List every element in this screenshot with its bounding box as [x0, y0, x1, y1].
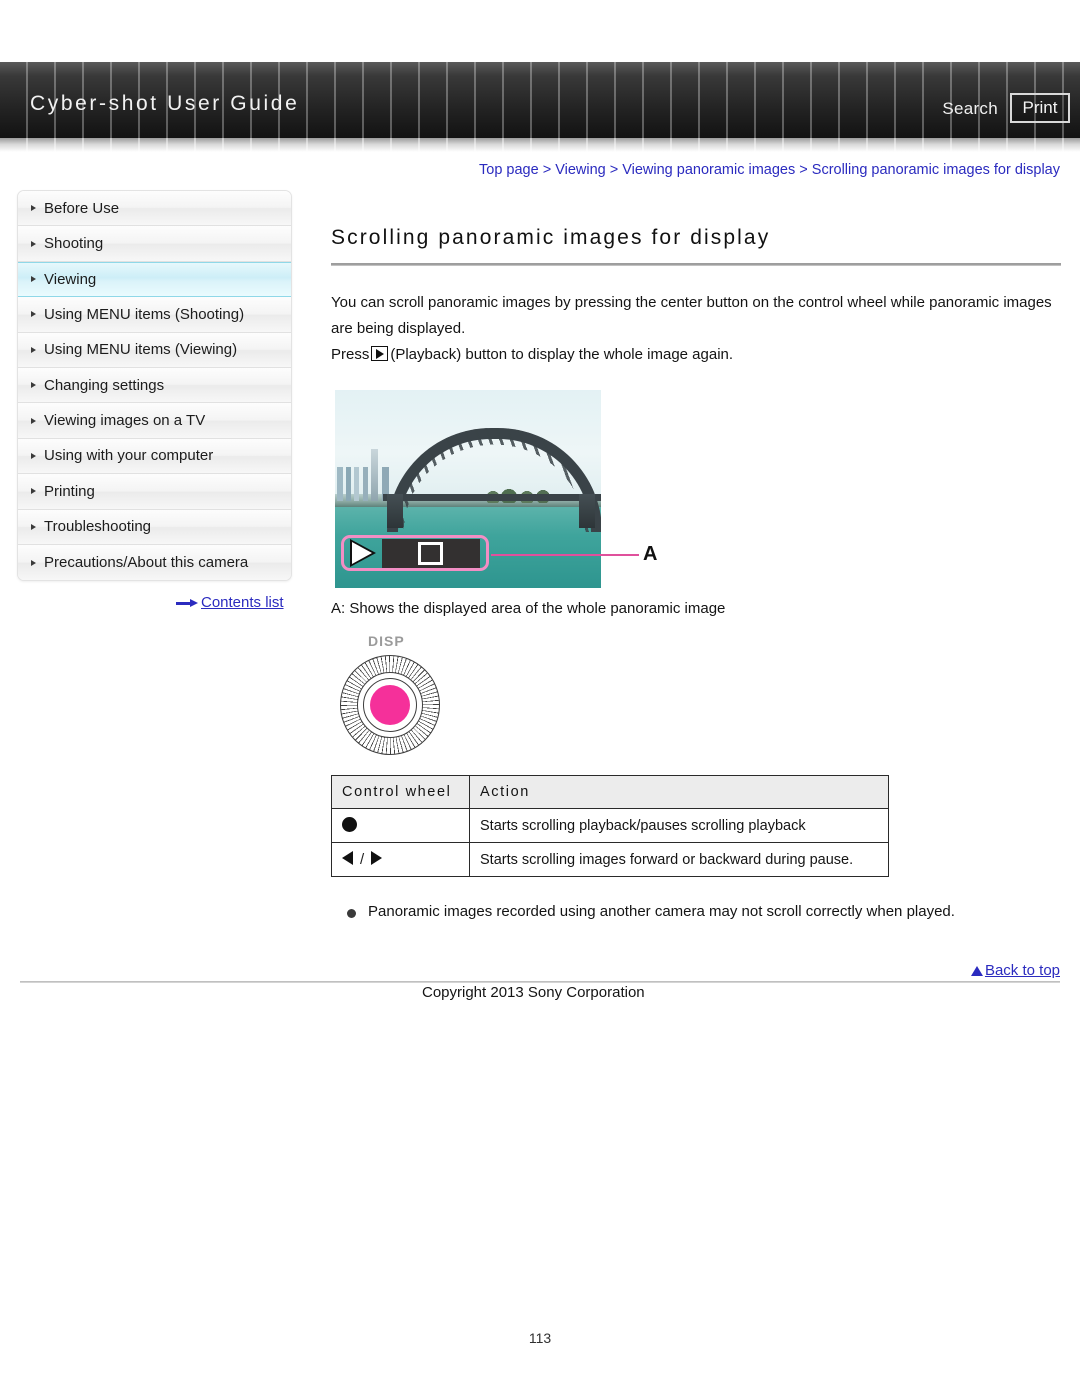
triangle-up-icon: [970, 966, 983, 976]
header-band-fade: [0, 138, 1080, 152]
playback-icon: [371, 346, 389, 361]
sidebar-item-viewing-images-on-tv[interactable]: Viewing images on a TV: [18, 403, 291, 439]
table-row: Starts scrolling playback/pauses scrolli…: [331, 808, 889, 843]
note-row: Panoramic images recorded using another …: [331, 903, 1061, 920]
sidebar-item-label: Troubleshooting: [44, 518, 152, 536]
sidebar-item-viewing[interactable]: Viewing: [18, 261, 291, 298]
control-wheel-diagram: DISP: [331, 633, 1061, 763]
panorama-photo: [335, 390, 601, 588]
playback-paragraph: Press (Playback) button to display the wh…: [331, 342, 1061, 368]
chevron-right-icon: [31, 559, 36, 566]
chevron-right-icon: [31, 523, 36, 530]
sidebar-item-label: Using with your computer: [44, 447, 214, 465]
sidebar-item-label: Using MENU items (Shooting): [44, 305, 245, 323]
footer-divider: [20, 981, 1060, 983]
panorama-extent-bar: [382, 538, 480, 568]
center-button-icon: [342, 817, 357, 832]
chevron-right-icon: [31, 346, 36, 353]
sidebar-item-using-with-computer[interactable]: Using with your computer: [18, 438, 291, 475]
sidebar-nav: Before Use Shooting Viewing Using MENU i…: [17, 190, 292, 582]
sidebar-item-label: Printing: [44, 482, 95, 500]
table-row: / Starts scrolling images forward or bac…: [331, 842, 889, 877]
play-triangle-icon: [350, 539, 377, 567]
sidebar-item-label: Changing settings: [44, 376, 165, 394]
control-wheel-ring: [340, 655, 440, 755]
chevron-right-icon: [31, 488, 36, 495]
panorama-figure: A: [331, 390, 1061, 588]
sidebar-item-shooting[interactable]: Shooting: [18, 226, 291, 262]
playback-paragraph-after: (Playback) button to display the whole i…: [390, 346, 734, 363]
control-wheel-center-button: [370, 685, 410, 725]
sidebar-item-before-use[interactable]: Before Use: [18, 191, 291, 227]
bullet-icon: [347, 909, 356, 918]
playback-paragraph-before: Press: [331, 346, 370, 363]
chevron-right-icon: [31, 311, 36, 318]
main-content: Scrolling panoramic images for display Y…: [331, 190, 1061, 920]
figure-caption: A: Shows the displayed area of the whole…: [331, 600, 726, 617]
contents-list-label: Contents list: [201, 594, 284, 611]
sidebar-item-using-menu-viewing[interactable]: Using MENU items (Viewing): [18, 332, 291, 368]
scroll-position-indicator: [341, 535, 489, 571]
callout-leader-line: [491, 554, 639, 556]
intro-paragraph: You can scroll panoramic images by press…: [331, 294, 1052, 337]
sidebar-item-troubleshooting[interactable]: Troubleshooting: [18, 509, 291, 545]
table-header-action: Action: [469, 775, 889, 809]
sidebar-item-label: Before Use: [44, 199, 120, 217]
sidebar-item-label: Viewing images on a TV: [44, 412, 206, 430]
photo-city-skyline: [337, 466, 389, 501]
displayed-area-window: [418, 541, 443, 565]
table-cell-action: Starts scrolling playback/pauses scrolli…: [469, 808, 889, 843]
sidebar-item-label: Viewing: [44, 270, 97, 288]
arrow-right-icon: [176, 598, 198, 608]
photo-bridge-pier-left: [387, 494, 403, 528]
back-to-top-label: Back to top: [984, 962, 1060, 979]
search-button[interactable]: Search: [942, 99, 998, 119]
sidebar-item-printing[interactable]: Printing: [18, 474, 291, 510]
sidebar-item-changing-settings[interactable]: Changing settings: [18, 367, 291, 404]
photo-tower: [371, 448, 378, 501]
control-wheel-table: Control wheel Action Starts scrolling pl…: [331, 775, 889, 877]
sidebar-item-label: Using MENU items (Viewing): [44, 341, 238, 359]
back-to-top-link[interactable]: Back to top: [0, 962, 1060, 979]
chevron-right-icon: [31, 276, 36, 283]
left-arrow-icon: [342, 851, 353, 865]
note-text: Panoramic images recorded using another …: [368, 903, 955, 920]
page-number: 113: [528, 1330, 552, 1346]
slash-separator: /: [360, 851, 365, 868]
breadcrumb[interactable]: Top page > Viewing > Viewing panoramic i…: [479, 162, 1060, 178]
table-header-row: Control wheel Action: [331, 775, 889, 809]
table-cell-symbol: [331, 808, 470, 843]
photo-bridge-deck: [383, 494, 601, 501]
chevron-right-icon: [31, 417, 36, 424]
app-title: Cyber-shot User Guide: [30, 92, 300, 115]
copyright-text: Copyright 2013 Sony Corporation: [422, 984, 645, 1001]
chevron-right-icon: [31, 205, 36, 212]
print-button[interactable]: Print: [1010, 93, 1070, 123]
sidebar-item-label: Precautions/About this camera: [44, 554, 249, 572]
table-header-control-wheel: Control wheel: [331, 775, 470, 809]
sidebar-item-precautions[interactable]: Precautions/About this camera: [18, 544, 291, 581]
chevron-right-icon: [31, 452, 36, 459]
table-cell-action: Starts scrolling images forward or backw…: [469, 842, 889, 877]
callout-label-a: A: [643, 543, 658, 565]
photo-bridge-pier-right: [579, 494, 595, 528]
page-title: Scrolling panoramic images for display: [331, 226, 771, 249]
table-cell-symbol: /: [331, 842, 470, 877]
sidebar-item-label: Shooting: [44, 235, 104, 253]
title-divider: [331, 263, 1061, 266]
right-arrow-icon: [371, 851, 383, 865]
chevron-right-icon: [31, 240, 36, 247]
contents-list-link[interactable]: Contents list: [176, 594, 284, 611]
chevron-right-icon: [31, 382, 36, 389]
sidebar-item-using-menu-shooting[interactable]: Using MENU items (Shooting): [18, 297, 291, 333]
disp-label: DISP: [368, 633, 405, 649]
